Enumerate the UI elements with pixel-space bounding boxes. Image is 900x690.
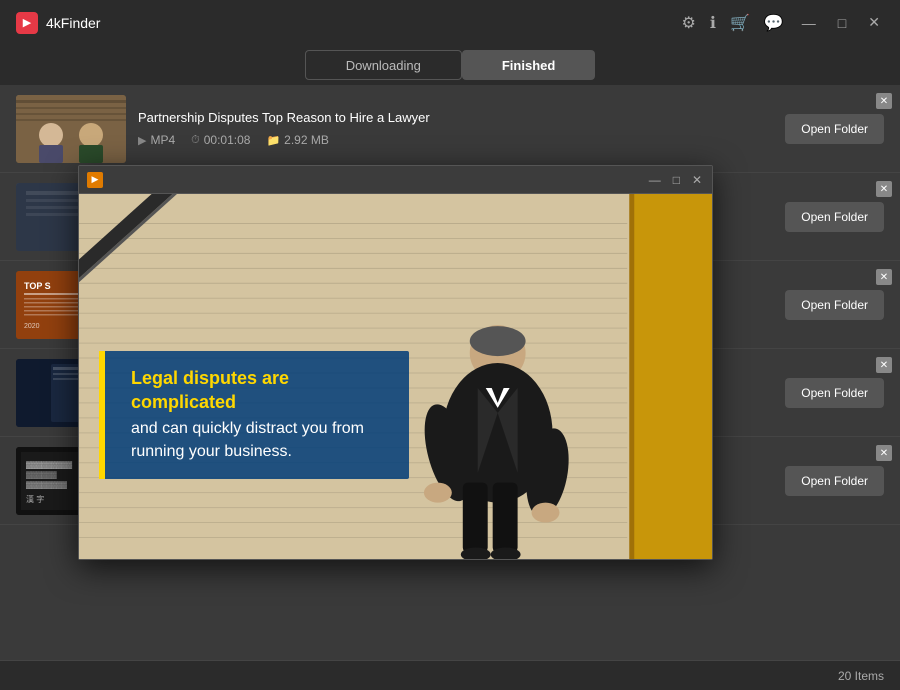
format-meta: ▶ MP4 — [138, 133, 175, 147]
tab-bar: Downloading Finished — [0, 45, 900, 85]
open-folder-button[interactable]: Open Folder — [785, 290, 884, 320]
video-close-button[interactable]: ✕ — [690, 173, 704, 187]
content-area: Partnership Disputes Top Reason to Hire … — [0, 85, 900, 660]
video-maximize-button[interactable]: □ — [671, 173, 682, 187]
video-content: Legal disputes are complicated and can q… — [79, 194, 712, 559]
svg-text:▓▓▓▓▓▓▓▓▓: ▓▓▓▓▓▓▓▓▓ — [26, 461, 73, 469]
close-item-button[interactable]: ✕ — [876, 445, 892, 461]
cart-icon[interactable]: 🛒 — [730, 13, 750, 33]
overlay-text-line1: Legal disputes are complicated — [131, 367, 389, 414]
status-bar: 20 Items — [0, 660, 900, 690]
app-logo — [16, 12, 38, 34]
close-item-button[interactable]: ✕ — [876, 181, 892, 197]
info-icon[interactable]: ℹ — [710, 13, 716, 33]
video-text-overlay: Legal disputes are complicated and can q… — [99, 351, 409, 479]
tab-finished[interactable]: Finished — [462, 50, 595, 80]
settings-icon[interactable]: ⚙ — [682, 13, 696, 33]
list-item: Partnership Disputes Top Reason to Hire … — [0, 85, 900, 173]
size-meta: 📁 2.92 MB — [266, 133, 328, 147]
item-meta: ▶ MP4 ⏱ 00:01:08 📁 2.92 MB — [138, 133, 773, 147]
close-item-button[interactable]: ✕ — [876, 357, 892, 373]
close-item-button[interactable]: ✕ — [876, 93, 892, 109]
maximize-button[interactable]: □ — [834, 13, 850, 33]
close-button[interactable]: ✕ — [864, 12, 884, 33]
open-folder-button[interactable]: Open Folder — [785, 378, 884, 408]
video-win-buttons: — □ ✕ — [647, 173, 704, 187]
video-background: Legal disputes are complicated and can q… — [79, 194, 712, 559]
svg-text:漢 字: 漢 字 — [26, 494, 44, 504]
svg-text:TOP S: TOP S — [24, 281, 51, 291]
tab-downloading[interactable]: Downloading — [305, 50, 462, 80]
open-folder-button[interactable]: Open Folder — [785, 466, 884, 496]
items-count: 20 Items — [838, 669, 884, 683]
minimize-button[interactable]: — — [798, 13, 820, 33]
video-player-icon: ▶ — [87, 172, 103, 188]
clock-icon: ⏱ — [191, 134, 200, 147]
close-item-button[interactable]: ✕ — [876, 269, 892, 285]
open-folder-button[interactable]: Open Folder — [785, 202, 884, 232]
item-title: Partnership Disputes Top Reason to Hire … — [138, 110, 773, 125]
video-icon: ▶ — [138, 134, 146, 147]
chat-icon[interactable]: 💬 — [764, 13, 784, 33]
svg-text:▓▓▓▓▓▓▓▓: ▓▓▓▓▓▓▓▓ — [26, 481, 68, 489]
svg-text:2020: 2020 — [24, 323, 40, 330]
title-bar: 4kFinder ⚙ ℹ 🛒 💬 — □ ✕ — [0, 0, 900, 45]
folder-icon: 📁 — [266, 134, 280, 147]
item-thumbnail — [16, 95, 126, 163]
video-minimize-button[interactable]: — — [647, 173, 663, 187]
overlay-text-line2: and can quickly distract you fromrunning… — [131, 418, 389, 463]
app-title: 4kFinder — [46, 15, 100, 31]
duration-meta: ⏱ 00:01:08 — [191, 133, 250, 147]
accent-bar — [99, 351, 105, 479]
video-title-bar: ▶ — □ ✕ — [79, 166, 712, 194]
open-folder-button[interactable]: Open Folder — [785, 114, 884, 144]
svg-text:▓▓▓▓▓▓: ▓▓▓▓▓▓ — [26, 471, 58, 479]
item-info: Partnership Disputes Top Reason to Hire … — [138, 110, 773, 147]
video-overlay: ▶ — □ ✕ — [78, 165, 713, 560]
title-bar-left: 4kFinder — [16, 12, 100, 34]
title-bar-right: ⚙ ℹ 🛒 💬 — □ ✕ — [682, 12, 884, 33]
